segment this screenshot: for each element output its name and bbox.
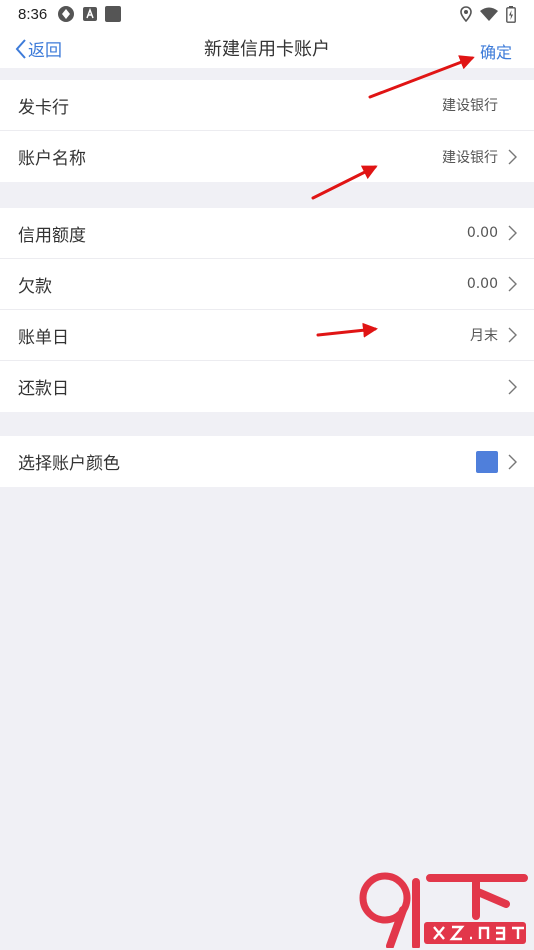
square-app-icon	[105, 6, 122, 22]
row-value: 0.00	[466, 225, 498, 241]
confirm-button[interactable]: 确定	[480, 39, 512, 63]
wifi-icon	[480, 7, 498, 21]
status-left-icons	[57, 5, 122, 23]
row-value: 0.00	[466, 276, 498, 292]
chevron-right-icon	[508, 149, 517, 164]
row-value: 月末	[470, 328, 498, 344]
row-label: 信用额度	[18, 225, 86, 246]
chevron-left-icon	[15, 38, 26, 59]
row-label: 发卡行	[18, 97, 69, 118]
chevron-right-icon	[508, 454, 517, 469]
row-label: 选择账户颜色	[18, 454, 120, 474]
row-label: 欠款	[18, 276, 52, 297]
status-time: 8:36	[18, 5, 48, 23]
chevron-right-icon	[508, 276, 517, 292]
color-group: 选择账户颜色	[0, 436, 534, 487]
chevron-right-icon	[508, 327, 517, 343]
back-button[interactable]: 返回	[14, 36, 62, 61]
chevron-right-icon	[508, 225, 517, 241]
row-account-color[interactable]: 选择账户颜色	[0, 436, 534, 487]
row-label: 还款日	[18, 379, 69, 399]
row-value: 建设银行	[442, 98, 498, 114]
row-issuing-bank[interactable]: 发卡行 建设银行	[0, 80, 534, 131]
battery-icon	[506, 5, 516, 23]
color-swatch	[476, 450, 498, 473]
row-repayment-day[interactable]: 还款日	[0, 361, 534, 412]
nav-bar: 返回 新建信用卡账户 确定	[0, 28, 534, 68]
row-account-name[interactable]: 账户名称 建设银行	[0, 131, 534, 182]
sync-icon	[58, 6, 75, 22]
row-label: 账单日	[18, 327, 69, 348]
row-value: 建设银行	[442, 149, 498, 166]
bank-info-group: 发卡行 建设银行 账户名称 建设银行	[0, 80, 534, 182]
a-app-icon	[83, 7, 98, 21]
page-title: 新建信用卡账户	[204, 39, 330, 60]
credit-info-group: 信用额度 0.00 欠款 0.00 账单日 月末 还款日	[0, 208, 534, 412]
status-bar: 8:36	[0, 0, 534, 28]
row-label: 账户名称	[18, 149, 86, 169]
back-label: 返回	[28, 41, 62, 61]
row-debt[interactable]: 欠款 0.00	[0, 259, 534, 310]
row-statement-day[interactable]: 账单日 月末	[0, 310, 534, 361]
chevron-right-icon	[508, 379, 517, 394]
watermark-logo	[359, 872, 528, 948]
row-credit-limit[interactable]: 信用额度 0.00	[0, 208, 534, 259]
status-right-icons	[460, 5, 516, 23]
location-icon	[460, 6, 472, 22]
